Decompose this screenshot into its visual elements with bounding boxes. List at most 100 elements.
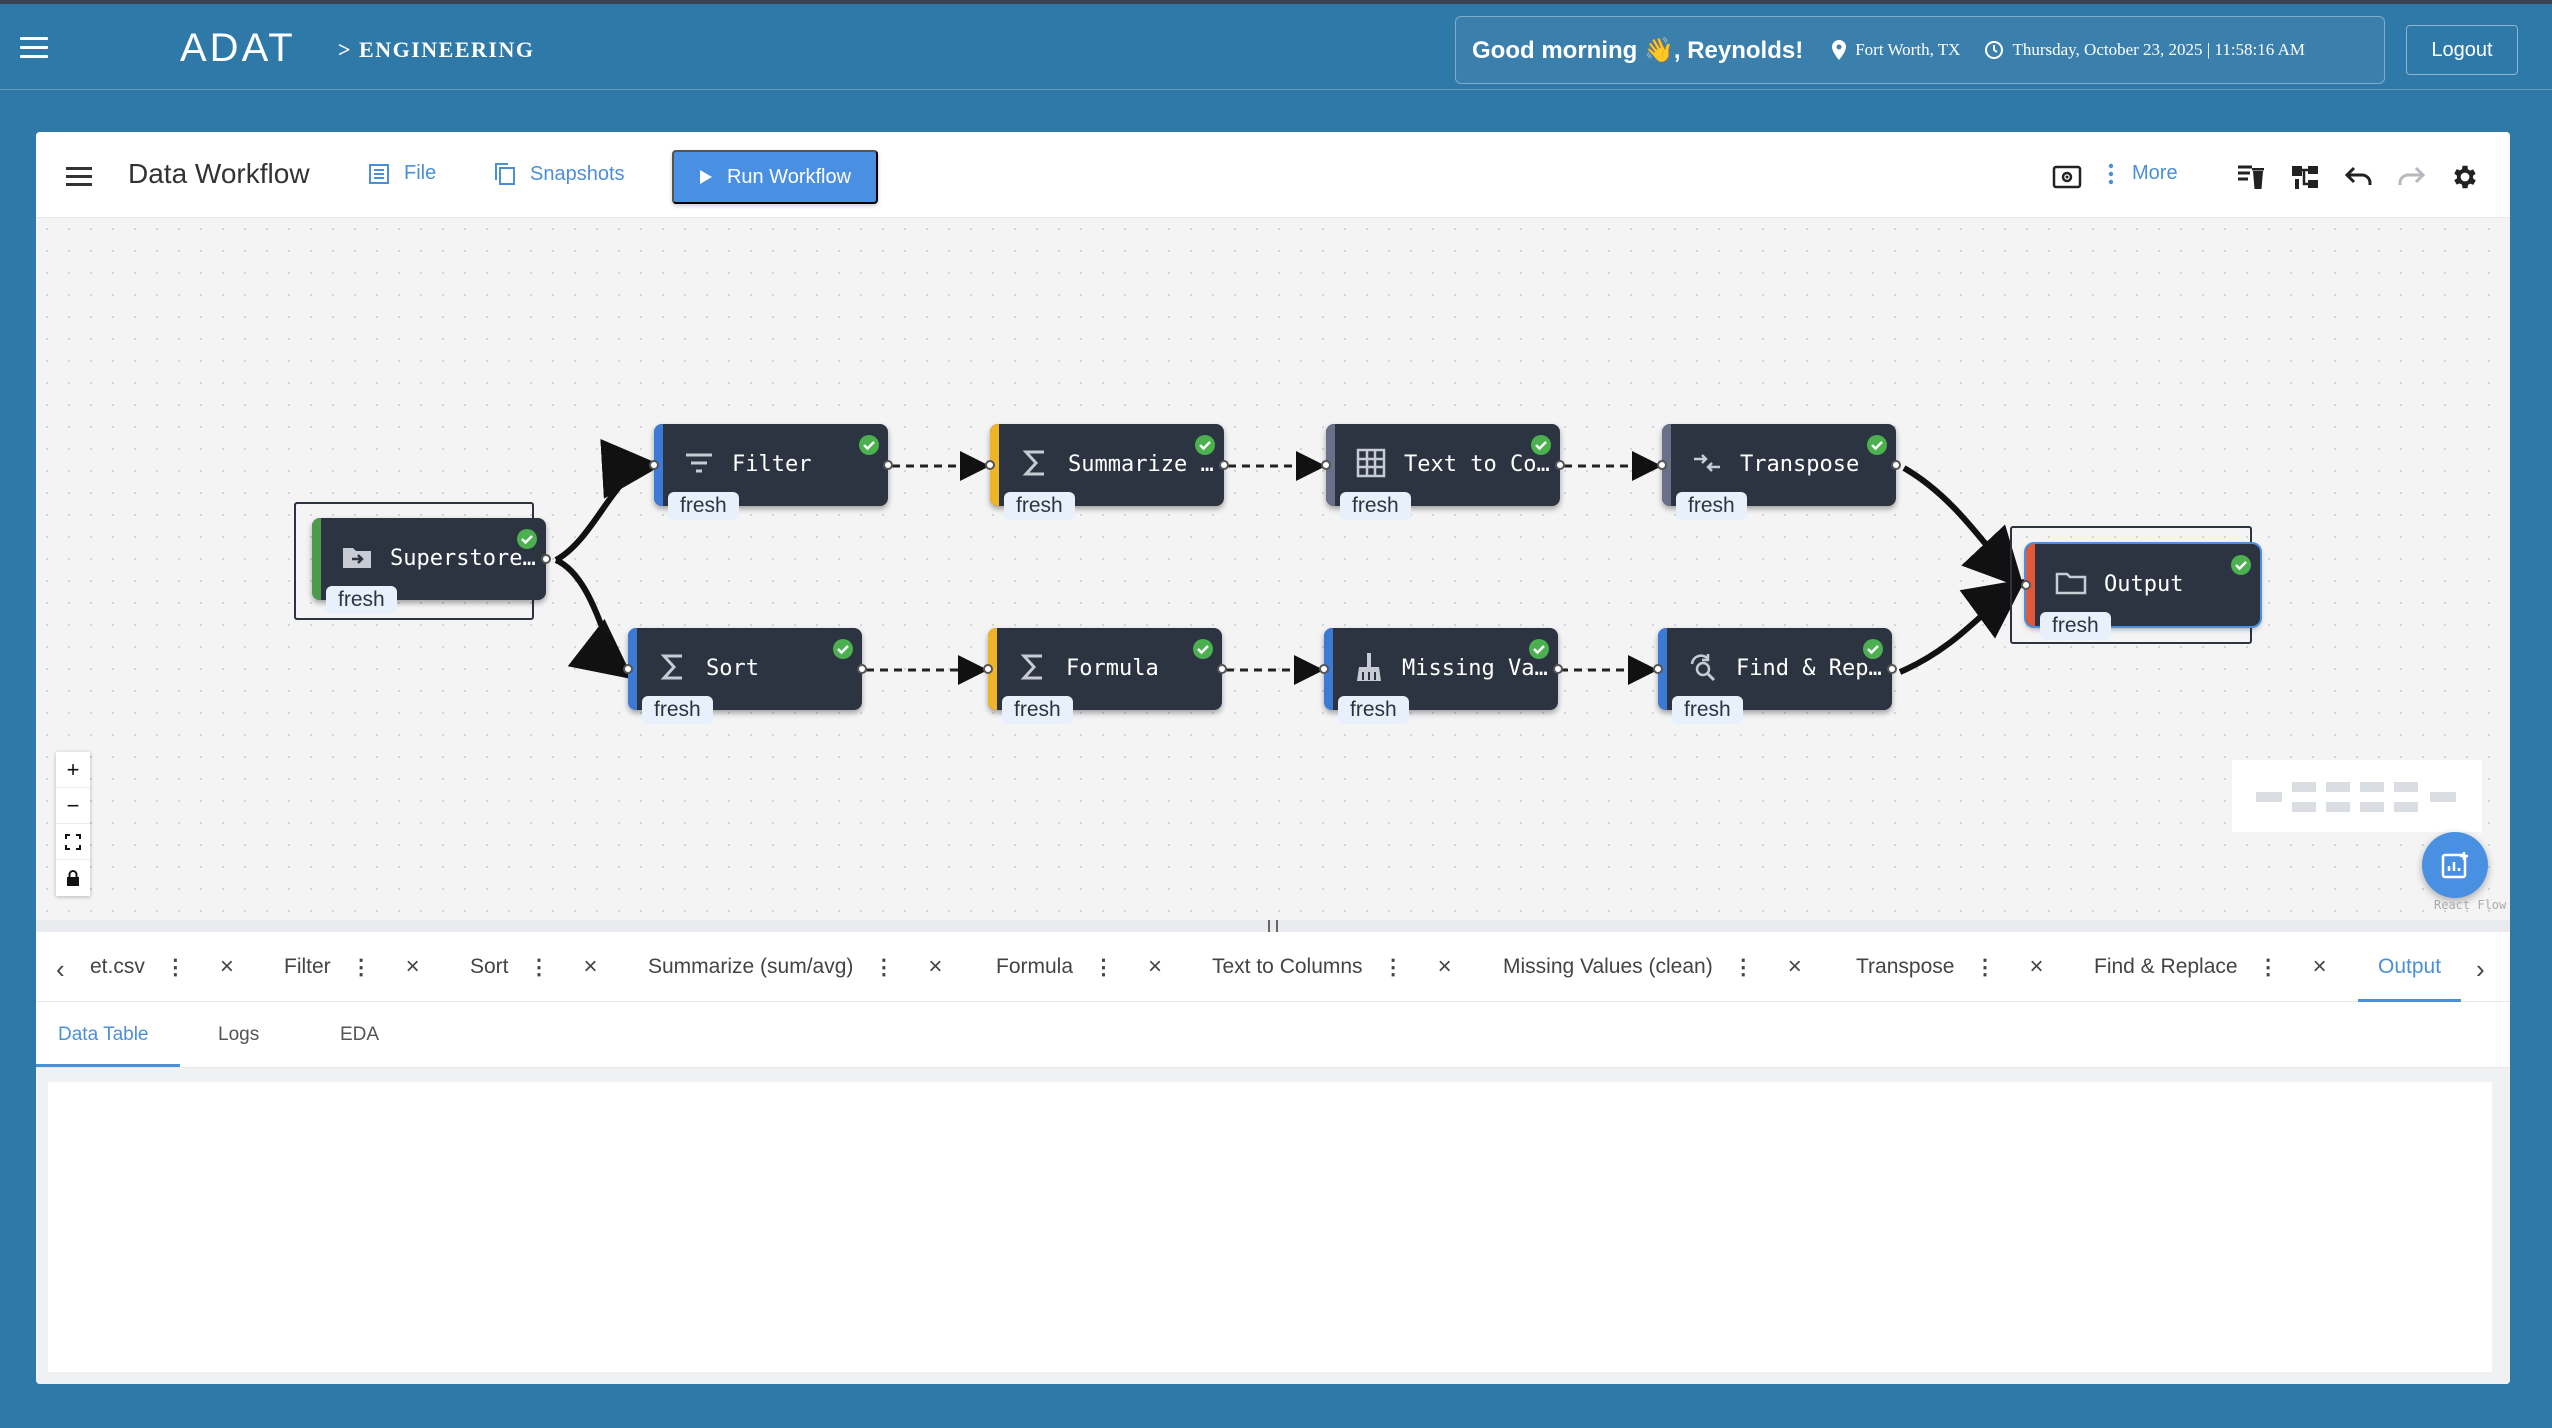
play-icon xyxy=(699,170,712,184)
node-output[interactable]: Output fresh xyxy=(2021,544,2260,640)
subtab-eda[interactable]: EDA xyxy=(340,1024,379,1046)
output-port[interactable] xyxy=(1217,664,1227,674)
tab-menu-icon[interactable]: ⋮ xyxy=(529,955,550,980)
zoom-in-icon[interactable]: + xyxy=(56,752,90,788)
data-table[interactable] xyxy=(48,1082,2492,1372)
breadcrumb[interactable]: > ENGINEERING xyxy=(338,37,534,63)
sigma-icon xyxy=(1020,654,1042,680)
run-workflow-label: Run Workflow xyxy=(726,165,852,188)
logout-button[interactable]: Logout xyxy=(2406,25,2518,75)
output-port[interactable] xyxy=(1891,460,1901,470)
preview-icon[interactable] xyxy=(2050,160,2084,194)
clear-all-icon[interactable] xyxy=(2234,160,2268,194)
input-port[interactable] xyxy=(985,460,995,470)
tab-menu-icon[interactable]: ⋮ xyxy=(1383,955,1404,980)
data-table-area xyxy=(36,1068,2510,1384)
tab-menu-icon[interactable]: ⋮ xyxy=(2258,955,2279,980)
output-port[interactable] xyxy=(1887,664,1897,674)
close-icon[interactable]: × xyxy=(1148,953,1162,981)
broom-icon xyxy=(1357,653,1381,681)
check-circle-icon xyxy=(1531,435,1551,455)
subtab-data-table[interactable]: Data Table xyxy=(58,1024,149,1046)
close-icon[interactable]: × xyxy=(1438,953,1452,981)
tab-menu-icon[interactable]: ⋮ xyxy=(1093,955,1114,980)
settings-gear-icon[interactable] xyxy=(2448,160,2482,194)
node-formula[interactable]: Formula fresh xyxy=(983,628,1227,724)
workflow-canvas[interactable]: Superstore… fresh Filter fresh Summarize… xyxy=(36,218,2510,920)
greeting-text: Good morning 👋, Reynolds! xyxy=(1472,36,1804,64)
node-summarize[interactable]: Summarize … fresh xyxy=(985,424,1229,520)
tab-output[interactable]: Output xyxy=(2357,932,2462,1002)
output-port[interactable] xyxy=(1553,664,1563,674)
tabs-scroll-right-icon[interactable]: › xyxy=(2476,954,2485,985)
undo-icon[interactable] xyxy=(2342,160,2376,194)
tab-summarize[interactable]: Summarize (sum/avg) ⋮ × xyxy=(648,932,942,1002)
tab-text-to-columns[interactable]: Text to Columns ⋮ × xyxy=(1212,932,1452,1002)
close-icon[interactable]: × xyxy=(220,953,234,981)
tab-sort[interactable]: Sort ⋮ × xyxy=(470,932,598,1002)
output-port[interactable] xyxy=(1555,460,1565,470)
tab-menu-icon[interactable]: ⋮ xyxy=(873,955,894,980)
close-icon[interactable]: × xyxy=(584,953,598,981)
app-logo[interactable]: ADAT xyxy=(180,26,296,71)
close-icon[interactable]: × xyxy=(406,953,420,981)
workflow-menu-icon[interactable] xyxy=(66,167,92,187)
tab-formula[interactable]: Formula ⋮ × xyxy=(996,932,1162,1002)
node-filter[interactable]: Filter fresh xyxy=(649,424,893,520)
tab-filter[interactable]: Filter ⋮ × xyxy=(284,932,420,1002)
tab-menu-icon[interactable]: ⋮ xyxy=(351,955,372,980)
node-find-replace[interactable]: Find & Rep… fresh xyxy=(1653,628,1897,724)
tabs-scroll-left-icon[interactable]: ‹ xyxy=(56,954,65,985)
output-port[interactable] xyxy=(883,460,893,470)
output-port[interactable] xyxy=(857,664,867,674)
redo-icon[interactable] xyxy=(2394,160,2428,194)
input-port[interactable] xyxy=(1319,664,1329,674)
close-icon[interactable]: × xyxy=(2029,953,2043,981)
close-icon[interactable]: × xyxy=(2313,953,2327,981)
close-icon[interactable]: × xyxy=(1788,953,1802,981)
tab-source[interactable]: et.csv ⋮ × xyxy=(90,932,234,1002)
file-button[interactable]: File xyxy=(368,162,436,185)
node-missing-values[interactable]: Missing Va… fresh xyxy=(1319,628,1563,724)
tab-find-replace[interactable]: Find & Replace ⋮ × xyxy=(2094,932,2327,1002)
output-subtabs: Data Table Logs EDA xyxy=(36,1002,2510,1068)
input-port[interactable] xyxy=(1657,460,1667,470)
input-port[interactable] xyxy=(983,664,993,674)
status-badge: fresh xyxy=(2040,612,2111,640)
panel-splitter[interactable] xyxy=(36,920,2510,932)
status-badge: fresh xyxy=(1340,492,1411,520)
snapshots-button[interactable]: Snapshots xyxy=(494,162,625,186)
node-source[interactable]: Superstore… fresh xyxy=(312,518,551,614)
output-port[interactable] xyxy=(541,554,551,564)
node-transpose[interactable]: Transpose fresh xyxy=(1657,424,1901,520)
more-button[interactable]: More xyxy=(2108,162,2178,185)
close-icon[interactable]: × xyxy=(928,953,942,981)
file-label: File xyxy=(404,162,437,184)
tab-menu-icon[interactable]: ⋮ xyxy=(1733,955,1754,980)
main-menu-icon[interactable] xyxy=(20,37,48,59)
run-workflow-button[interactable]: Run Workflow xyxy=(672,150,878,204)
zoom-out-icon[interactable]: − xyxy=(56,788,90,824)
input-port[interactable] xyxy=(1321,460,1331,470)
react-flow-attribution[interactable]: React Flow xyxy=(2434,898,2506,912)
input-port[interactable] xyxy=(2021,580,2031,590)
add-chart-button[interactable] xyxy=(2422,832,2488,898)
input-port[interactable] xyxy=(649,460,659,470)
input-port[interactable] xyxy=(1653,664,1663,674)
auto-layout-icon[interactable] xyxy=(2288,160,2322,194)
check-circle-icon xyxy=(1193,639,1213,659)
tab-transpose[interactable]: Transpose ⋮ × xyxy=(1856,932,2043,1002)
lock-icon[interactable] xyxy=(56,860,90,896)
output-port[interactable] xyxy=(1219,460,1229,470)
node-text-to-columns[interactable]: Text to Co… fresh xyxy=(1321,424,1565,520)
node-sort[interactable]: Sort fresh xyxy=(623,628,867,724)
tab-menu-icon[interactable]: ⋮ xyxy=(165,955,186,980)
fit-view-icon[interactable] xyxy=(56,824,90,860)
subtab-logs[interactable]: Logs xyxy=(218,1024,259,1046)
minimap[interactable] xyxy=(2232,760,2482,832)
input-port[interactable] xyxy=(623,664,633,674)
splitter-grip-icon[interactable] xyxy=(1268,920,1278,932)
tab-menu-icon[interactable]: ⋮ xyxy=(1974,955,1995,980)
tab-missing-values[interactable]: Missing Values (clean) ⋮ × xyxy=(1503,932,1802,1002)
check-circle-icon xyxy=(517,529,537,549)
